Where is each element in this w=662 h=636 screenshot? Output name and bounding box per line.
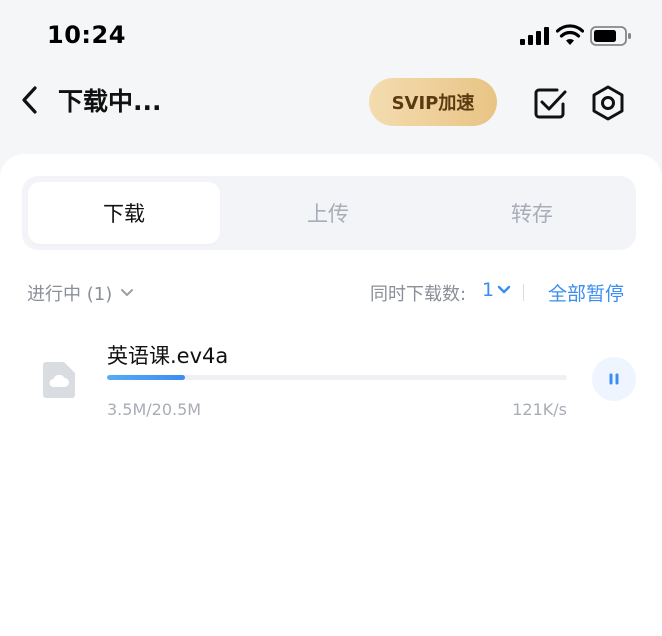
concurrent-downloads-label: 同时下载数: [370,284,467,305]
pause-icon [609,373,619,385]
header: 下载中... SVIP加速 [0,72,662,132]
tab-upload[interactable]: 上传 [232,182,424,244]
pause-download-button[interactable] [592,357,636,401]
svip-boost-button[interactable]: SVIP加速 [369,78,497,126]
download-toolbar: 进行中 (1) 同时下载数: 1 全部暂停 [0,276,662,310]
tab-download[interactable]: 下载 [28,182,220,244]
battery-icon [590,26,631,46]
status-bar: 10:24 [0,0,662,70]
back-chevron-icon[interactable] [18,84,44,116]
download-speed: 121K/s [512,400,567,419]
tab-transfer[interactable]: 转存 [436,182,628,244]
chevron-down-icon [121,289,134,296]
concurrent-downloads-select[interactable]: 1 [482,279,511,301]
settings-icon[interactable] [589,84,627,122]
status-filter-label: 进行中 (1) [27,284,113,305]
status-filter-dropdown[interactable]: 进行中 (1) [27,280,134,306]
download-item[interactable]: 英语课.ev4a 3.5M/20.5M 121K/s [0,330,662,426]
checkbox-icon[interactable] [531,84,569,122]
page-title: 下载中... [58,87,162,116]
pause-all-button[interactable]: 全部暂停 [548,279,624,306]
transfer-tabs: 下载 上传 转存 [22,176,636,250]
transfer-panel: 下载 上传 转存 进行中 (1) 同时下载数: 1 全部暂停 英语课.ev4a [0,154,662,636]
status-time: 10:24 [47,21,126,49]
concurrent-downloads-value: 1 [482,279,495,301]
download-progress-bar [107,375,567,380]
chevron-down-icon [497,285,511,294]
cloud-file-icon [43,362,75,398]
cellular-signal-icon [520,27,549,45]
file-name: 英语课.ev4a [107,344,229,368]
toolbar-divider [523,284,524,301]
download-progress-fill [107,375,186,380]
wifi-icon [556,24,584,45]
file-size: 3.5M/20.5M [107,400,202,419]
